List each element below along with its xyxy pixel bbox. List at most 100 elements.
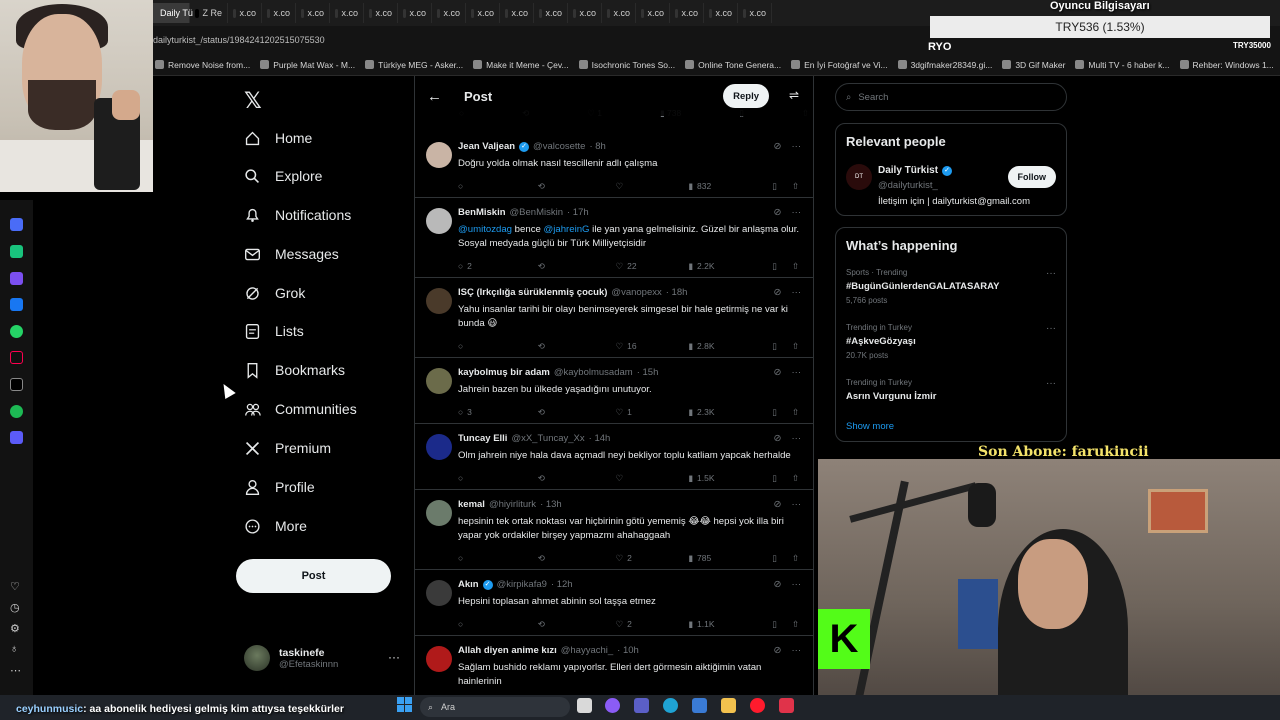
views-action[interactable]: ▮ 2.3K	[688, 405, 772, 419]
more-icon[interactable]: ⋯	[10, 664, 21, 677]
like-action[interactable]: ♡	[616, 471, 689, 485]
browser-tab[interactable]: x.co	[296, 3, 330, 23]
share-icon[interactable]: ⇧	[792, 617, 804, 631]
reply-action[interactable]: ○	[458, 617, 538, 631]
reply-action[interactable]: ○	[458, 339, 538, 353]
spotify-icon[interactable]	[10, 405, 23, 418]
mention-link[interactable]: @umitozdag	[458, 224, 512, 235]
browser-tab[interactable]: x.co	[364, 3, 398, 23]
more-options-icon[interactable]: ···	[792, 645, 802, 656]
author-name[interactable]: ISÇ (Irkçılığa sürüklenmiş çocuk)	[458, 287, 607, 298]
nav-item-lists[interactable]: Lists	[244, 316, 304, 346]
bookmark-item[interactable]: Isochronic Tones So...	[578, 60, 675, 70]
tweet-time[interactable]: · 14h	[589, 433, 611, 444]
retweet-action[interactable]: ⟲	[538, 551, 616, 565]
author-handle[interactable]: @hiyirliturk	[489, 499, 536, 510]
nav-item-more[interactable]: More	[244, 511, 307, 541]
views-action[interactable]: ▮ 2.8K	[688, 339, 772, 353]
author-handle[interactable]: @valcosette	[533, 141, 585, 152]
retweet-action[interactable]: ⟲	[538, 339, 616, 353]
reply-button[interactable]: Reply	[723, 84, 769, 108]
bookmark-item[interactable]: Rehber: Windows 1...	[1179, 60, 1274, 70]
browser-tab[interactable]: x.co	[670, 3, 704, 23]
avatar[interactable]	[426, 434, 452, 460]
account-switcher[interactable]: taskinefe @Efetaskinnn ···	[244, 640, 404, 676]
tweet-time[interactable]: · 10h	[617, 645, 639, 656]
folder-icon[interactable]	[721, 698, 736, 713]
browser-tab[interactable]: x.co	[500, 3, 534, 23]
author-name[interactable]: Allah diyen anime kızı	[458, 645, 557, 656]
back-arrow-icon[interactable]: ←	[427, 88, 442, 105]
grok-icon[interactable]: ⊘	[774, 645, 782, 656]
more-options-icon[interactable]: ···	[792, 287, 802, 298]
app-icon[interactable]	[10, 218, 23, 231]
history-icon[interactable]: ◷	[10, 601, 20, 614]
author-name[interactable]: Tuncay Elli	[458, 433, 507, 444]
tweet-time[interactable]: · 12h	[551, 579, 573, 590]
browser-tab[interactable]: x.co	[602, 3, 636, 23]
grok-icon[interactable]: ⊘	[774, 499, 782, 510]
bookmark-icon[interactable]: ▯	[772, 259, 792, 273]
nav-item-premium[interactable]: Premium	[244, 433, 331, 463]
nav-item-explore[interactable]: Explore	[244, 161, 322, 191]
bookmark-icon[interactable]: ▯	[772, 179, 792, 193]
more-options-icon[interactable]: ···	[792, 579, 802, 590]
browser-tab[interactable]: x.co	[636, 3, 670, 23]
nav-item-profile[interactable]: Profile	[244, 472, 315, 502]
messenger-icon[interactable]	[10, 298, 23, 311]
avatar[interactable]	[426, 142, 452, 168]
reply-action[interactable]: ○	[458, 551, 538, 565]
avatar[interactable]	[426, 580, 452, 606]
bookmark-icon[interactable]: ▯	[772, 405, 792, 419]
whatsapp-icon[interactable]	[10, 325, 23, 338]
grok-icon[interactable]: ⊘	[774, 367, 782, 378]
author-handle[interactable]: @hayyachi_	[561, 645, 613, 656]
bookmark-item[interactable]: 3dgifmaker28349.gi...	[897, 60, 992, 70]
author-name[interactable]: BenMiskin	[458, 207, 506, 218]
mention-link[interactable]: @jahreinG	[544, 224, 590, 235]
avatar[interactable]: DT	[846, 164, 872, 190]
app-icon[interactable]	[10, 272, 23, 285]
avatar[interactable]	[426, 368, 452, 394]
author-name[interactable]: kemal	[458, 499, 485, 510]
bookmark-item[interactable]: Make it Meme - Çev...	[473, 60, 569, 70]
more-options-icon[interactable]: ···	[1046, 323, 1056, 334]
author-name[interactable]: Akın	[458, 579, 479, 590]
reply-tweet[interactable]: Tuncay Elli @xX_Tuncay_Xx · 14h ⊘ ··· Olm jah…	[415, 424, 813, 490]
lightbulb-icon[interactable]: ♁	[10, 643, 18, 655]
reply-tweet[interactable]: Akın ✓ @kirpikafa9 · 12h ⊘ ··· Hepsini toplasa…	[415, 570, 813, 636]
reply-tweet[interactable]: kemal @hiyirliturk · 13h ⊘ ··· hepsinin tek o…	[415, 490, 813, 570]
tweet-time[interactable]: · 8h	[589, 141, 605, 152]
views-action[interactable]: ▮ 785	[688, 551, 772, 565]
avatar[interactable]	[426, 288, 452, 314]
share-icon[interactable]: ⇧	[792, 405, 804, 419]
author-handle[interactable]: @BenMiskin	[510, 207, 563, 218]
reply-tweet[interactable]: Allah diyen anime kızı @hayyachi_ · 10h ⊘ ··…	[415, 636, 813, 695]
reply-action[interactable]: ○ 3	[458, 405, 538, 419]
bookmark-item[interactable]: En İyi Fotoğraf ve Vi...	[791, 60, 888, 70]
app-icon[interactable]	[779, 698, 794, 713]
reply-action[interactable]: ○	[458, 471, 538, 485]
browser-tab[interactable]: x.co	[534, 3, 568, 23]
views-action[interactable]: ▮ 1.1K	[688, 617, 772, 631]
bookmark-item[interactable]: Online Tone Genera...	[685, 60, 781, 70]
more-options-icon[interactable]: ···	[1046, 378, 1056, 389]
bookmark-item[interactable]: Purple Mat Wax - M...	[260, 60, 355, 70]
nav-item-bookmarks[interactable]: Bookmarks	[244, 355, 345, 385]
browser-tab[interactable]: x.co	[466, 3, 500, 23]
teams-icon[interactable]	[634, 698, 649, 713]
browser-tab[interactable]: x.co	[738, 3, 772, 23]
like-action[interactable]: ♡ 1	[616, 405, 689, 419]
chatgpt-icon[interactable]	[10, 245, 23, 258]
x-icon[interactable]	[10, 378, 23, 391]
author-handle[interactable]: @kaybolmusadam	[554, 367, 633, 378]
browser-tab[interactable]: x.co	[568, 3, 602, 23]
author-name[interactable]: Jean Valjean	[458, 141, 515, 152]
bookmark-item[interactable]: 3D Gif Maker	[1002, 60, 1065, 70]
file-explorer-icon[interactable]	[577, 698, 592, 713]
nav-item-messages[interactable]: Messages	[244, 239, 339, 269]
follow-button[interactable]: Follow	[1007, 166, 1056, 188]
like-action[interactable]: ♡ 2	[616, 617, 689, 631]
more-options-icon[interactable]: ···	[792, 207, 802, 218]
avatar[interactable]	[426, 500, 452, 526]
